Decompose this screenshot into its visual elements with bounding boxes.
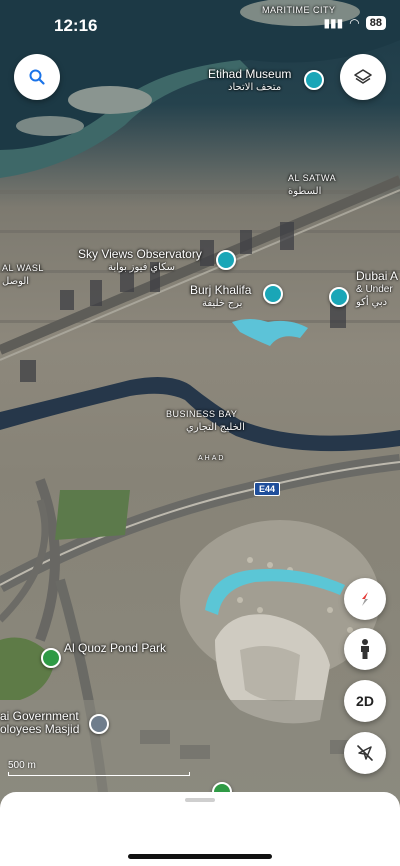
place-subname: سكاي فيوز بوابة	[108, 262, 175, 273]
compass-button[interactable]	[344, 578, 386, 620]
my-location-button[interactable]	[344, 732, 386, 774]
label-dubai-aquarium[interactable]: Dubai A & Under دبي أكو	[356, 270, 398, 309]
place-subname: برج خليفة	[202, 298, 243, 309]
place-name: Burj Khalifa	[190, 283, 252, 297]
label-ahad: AHAD	[198, 455, 226, 462]
compass-icon	[362, 592, 368, 606]
place-name: ai Government	[0, 709, 79, 723]
place-subname: الخليج التجاري	[186, 422, 245, 433]
place-name: AL WASL	[2, 263, 44, 273]
layers-button[interactable]	[340, 54, 386, 100]
label-etihad-museum[interactable]: Etihad Museum متحف الاتحاد	[208, 68, 291, 94]
place-name: AL SATWA	[288, 173, 337, 183]
museum-pin-icon[interactable]	[304, 70, 324, 90]
search-icon	[29, 69, 45, 85]
layers-icon	[354, 69, 372, 84]
label-al-wasl: AL WASL الوصل	[2, 262, 44, 288]
label-burj-khalifa[interactable]: Burj Khalifa برج خليفة	[190, 284, 251, 310]
battery-icon: 88	[365, 16, 386, 30]
street-view-button[interactable]	[344, 628, 386, 670]
sheet-drag-handle[interactable]	[185, 798, 215, 802]
pegman-icon	[361, 639, 369, 659]
scale-bar	[8, 772, 190, 776]
place-name: Etihad Museum	[208, 67, 292, 81]
place-name: Dubai A	[356, 269, 399, 283]
place-subname: السطوة	[288, 186, 322, 197]
place-subname: oloyees Masjid	[0, 722, 80, 736]
aquarium-pin-icon[interactable]	[329, 287, 349, 307]
satellite-map[interactable]: MARITIME CITY Etihad Museum متحف الاتحاد…	[0, 0, 400, 866]
place-subname: & Under	[356, 284, 393, 295]
place-name: BUSINESS BAY	[166, 409, 238, 419]
place-subname: متحف الاتحاد	[228, 82, 282, 93]
signal-icon: ▮▮▮	[323, 16, 344, 30]
place-subname-ar: دبي أكو	[356, 297, 388, 308]
road-shield-e44: E44	[254, 482, 281, 496]
status-time: 12:16	[54, 16, 98, 35]
mosque-pin-icon[interactable]	[89, 714, 109, 734]
location-off-icon	[357, 745, 373, 761]
2d-toggle-button[interactable]: 2D	[344, 680, 386, 722]
park-pin-icon[interactable]	[41, 648, 61, 668]
camera-pin-icon[interactable]	[216, 250, 236, 270]
home-indicator	[128, 854, 272, 859]
label-al-satwa: AL SATWA السطوة	[288, 172, 336, 198]
label-masjid[interactable]: ai Government oloyees Masjid	[0, 710, 79, 736]
search-button[interactable]	[14, 54, 60, 100]
place-name: Sky Views Observatory	[78, 247, 202, 261]
wifi-icon: ◠	[349, 16, 360, 30]
label-sky-views[interactable]: Sky Views Observatory سكاي فيوز بوابة	[78, 248, 202, 274]
scale-label: 500 m	[8, 760, 36, 771]
status-icons: ▮▮▮ ◠ 88	[323, 16, 386, 30]
camera-pin-icon[interactable]	[263, 284, 283, 304]
place-subname: الوصل	[2, 276, 30, 287]
label-al-quoz-pond-park[interactable]: Al Quoz Pond Park	[64, 642, 166, 655]
label-business-bay: BUSINESS BAY الخليج التجاري	[166, 408, 245, 434]
